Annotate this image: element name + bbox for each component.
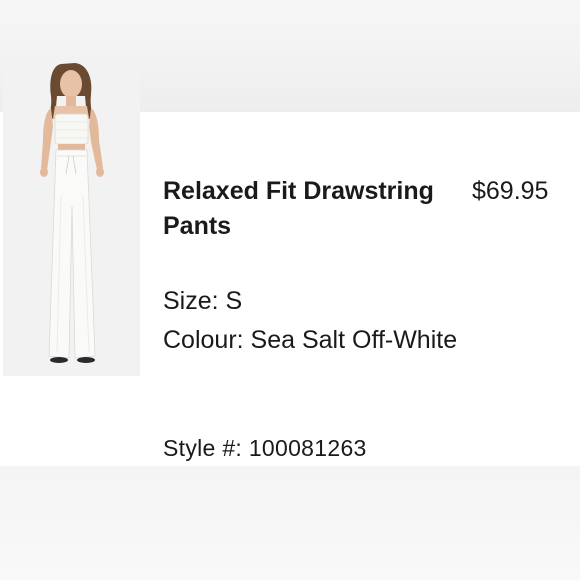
- product-price: $69.95: [472, 177, 549, 205]
- product-thumbnail[interactable]: [3, 56, 140, 376]
- model-photo: [3, 56, 140, 376]
- colour-label: Colour:: [163, 326, 244, 354]
- bottom-faded-area: [0, 466, 580, 580]
- style-number-row: Style #: 100081263: [163, 433, 367, 463]
- colour-row: Colour: Sea Salt Off-White: [163, 321, 463, 360]
- style-value: 100081263: [248, 435, 367, 461]
- product-summary-screenshot: Relaxed Fit Drawstring Pants $69.95 Size…: [0, 0, 580, 580]
- size-value: S: [225, 287, 243, 315]
- colour-value: Sea Salt Off-White: [250, 326, 458, 354]
- size-row: Size: S: [163, 282, 242, 321]
- style-label: Style #:: [163, 435, 243, 461]
- product-title[interactable]: Relaxed Fit Drawstring Pants: [163, 174, 463, 244]
- size-label: Size:: [163, 287, 219, 315]
